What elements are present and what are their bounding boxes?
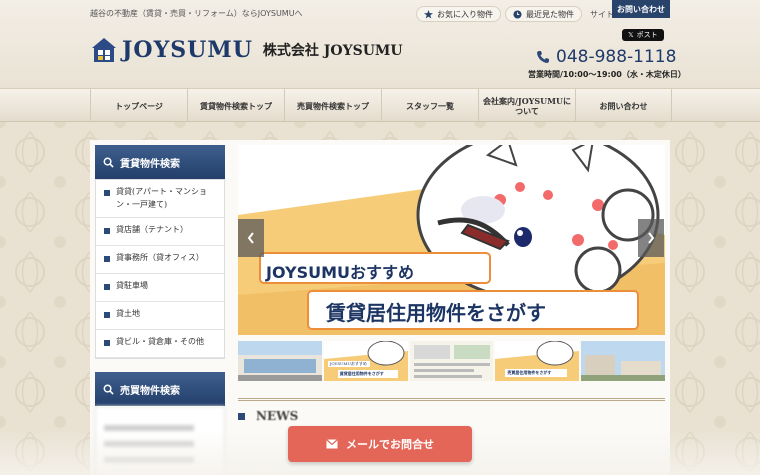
news-section: NEWS: [238, 398, 665, 428]
chevron-left-icon: [247, 232, 254, 244]
star-icon: [424, 9, 433, 19]
thumbnail-storefront[interactable]: [238, 341, 322, 381]
phone-icon: [537, 51, 549, 63]
chevron-right-icon: [648, 232, 655, 244]
sidebar-item-parking[interactable]: 貸駐車場: [96, 274, 224, 302]
sale-search-header: 売買物件検索: [95, 372, 225, 406]
rent-search-sidebar: 賃貸物件検索 貸貸(アパート・マンション・一戸建て) 貸店舗（テナント） 貸事務…: [95, 145, 225, 359]
company-name: 株式会社 JOYSUMU: [262, 43, 403, 59]
x-icon: 𝕏: [628, 31, 634, 39]
sale-search-title: 売買物件検索: [120, 385, 180, 397]
x-post-label: ポスト: [636, 31, 658, 39]
thumbnail-sale-banner[interactable]: 売買居住用物件をさがす: [495, 341, 580, 381]
search-icon: [103, 384, 114, 395]
brand-name: JOYSUMU: [122, 37, 253, 63]
nav-item-rent-search[interactable]: 賃貸物件検索トップ: [187, 89, 284, 123]
slider-prev-button[interactable]: [238, 219, 264, 257]
phone-contact[interactable]: 048-988-1118: [536, 47, 676, 67]
sidebar-item-store[interactable]: 貸店舗（テナント）: [96, 218, 224, 246]
hero-slider[interactable]: JOYSUMUおすすめ 賃貸居住用物件をさがす: [238, 145, 665, 335]
thumb-label-joysumu: JOYSUMUおすすめ: [329, 361, 367, 366]
hero-badge-text: JOYSUMUおすすめ: [266, 263, 415, 282]
recently-viewed-label: 最近見た物件: [526, 9, 574, 19]
nav-item-top[interactable]: トップページ: [90, 89, 187, 123]
global-nav: トップページ 賃貸物件検索トップ 売買物件検索トップ スタッフ一覧 会社案内/J…: [0, 88, 760, 123]
nav-item-company[interactable]: 会社案内/JOYSUMUについて: [478, 89, 575, 123]
town-image: [581, 341, 665, 381]
site-header: 越谷の不動産（賃貸・売買・リフォーム）ならJOYSUMUへ お気に入り物件 最近…: [0, 0, 760, 88]
mail-inquiry-button[interactable]: メールでお問合せ: [288, 426, 472, 462]
thumb-label-rent: 賃貸居住用物件をさがす: [339, 371, 384, 376]
thumbnail-rent-banner[interactable]: JOYSUMUおすすめ 賃貸居住用物件をさがす: [323, 341, 408, 381]
sale-search-list: [95, 406, 225, 475]
thumb-label-sale: 売買居住用物件をさがす: [507, 370, 552, 375]
sidebar-item-building[interactable]: 貸ビル・貸倉庫・その他: [96, 330, 224, 358]
envelope-icon: [326, 439, 338, 449]
thumbnail-info[interactable]: [409, 341, 494, 381]
phone-number: 048-988-1118: [556, 47, 677, 67]
nav-item-staff[interactable]: スタッフ一覧: [381, 89, 478, 123]
rent-search-header: 賃貸物件検索: [95, 145, 225, 179]
hero-headline-text: 賃貸居住用物件をさがす: [326, 301, 546, 325]
nav-item-sale-search[interactable]: 売買物件検索トップ: [284, 89, 381, 123]
sidebar-item-office[interactable]: 貸事務所（貸オフィス）: [96, 246, 224, 274]
storefront-image: [238, 341, 322, 381]
slider-thumbnails: JOYSUMUおすすめ 賃貸居住用物件をさがす 売買居住用物件をさがす: [238, 341, 665, 381]
site-logo[interactable]: JOYSUMU 株式会社 JOYSUMU: [90, 36, 403, 64]
sale-search-sidebar: 売買物件検索: [95, 372, 225, 475]
sidebar-item-residential[interactable]: 貸貸(アパート・マンション・一戸建て): [96, 180, 224, 218]
news-title: NEWS: [256, 409, 299, 423]
clock-icon: [513, 9, 522, 19]
favorites-label: お気に入り物件: [437, 9, 493, 19]
business-hours: 営業時間/10:00～19:00（水・木定休日）: [528, 70, 686, 79]
info-thumb: [409, 341, 494, 381]
thumbnail-town[interactable]: [581, 341, 665, 381]
slider-next-button[interactable]: [638, 219, 664, 257]
recently-viewed-link[interactable]: 最近見た物件: [505, 6, 582, 22]
house-logo-icon: [92, 38, 116, 62]
search-icon: [103, 157, 114, 168]
x-post-button[interactable]: 𝕏 ポスト: [622, 29, 664, 41]
mail-inquiry-label: メールでお問合せ: [346, 438, 434, 451]
news-bullet-icon: [238, 413, 245, 420]
site-tagline: 越谷の不動産（賃貸・売買・リフォーム）ならJOYSUMUへ: [90, 9, 303, 18]
favorites-link[interactable]: お気に入り物件: [416, 6, 501, 22]
sidebar-item-land[interactable]: 貸土地: [96, 302, 224, 330]
nav-item-contact[interactable]: お問い合わせ: [575, 89, 672, 123]
rent-search-title: 賃貸物件検索: [120, 158, 180, 170]
contact-tab-button[interactable]: お問い合わせ: [612, 0, 670, 18]
